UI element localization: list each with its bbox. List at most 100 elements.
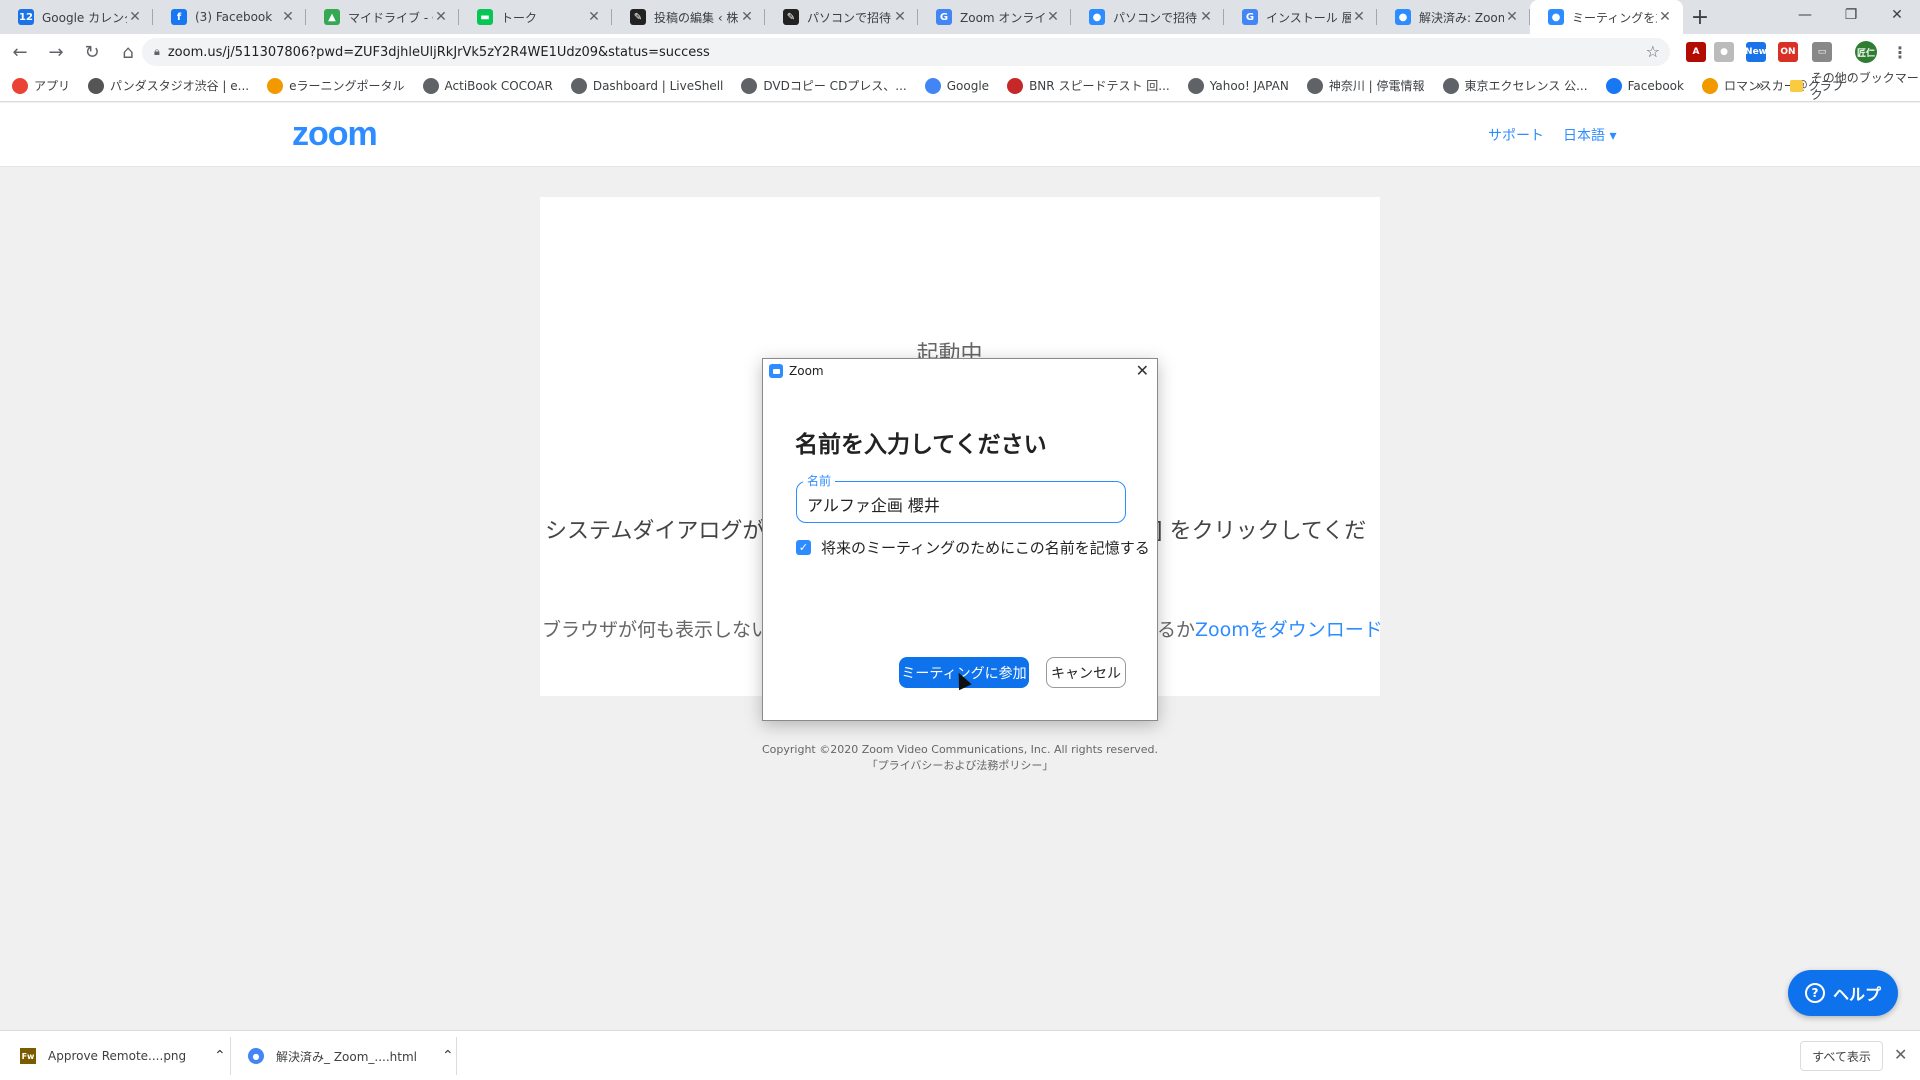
bookmark-star-icon[interactable]: ☆ bbox=[1646, 42, 1660, 61]
bookmarks-more-icon[interactable]: » bbox=[1756, 70, 1765, 102]
cancel-button[interactable]: キャンセル bbox=[1046, 657, 1126, 688]
tab-close-icon[interactable]: ✕ bbox=[280, 9, 296, 25]
bookmark-item[interactable]: eラーニングポータル bbox=[267, 77, 405, 94]
bookmark-favicon-icon bbox=[12, 77, 28, 94]
bookmark-item[interactable]: Yahoo! JAPAN bbox=[1187, 77, 1289, 94]
remember-label: 将来のミーティングのためにこの名前を記憶する bbox=[821, 539, 1150, 557]
language-dropdown[interactable]: 日本語 ▾ bbox=[1563, 125, 1616, 145]
browser-tab[interactable]: ● 解決済み: Zoom ✕ bbox=[1377, 0, 1530, 34]
tab-close-icon[interactable]: ✕ bbox=[1657, 9, 1673, 25]
tab-close-icon[interactable]: ✕ bbox=[892, 9, 908, 25]
bookmark-label: Dashboard | LiveShell bbox=[592, 78, 724, 93]
download-zoom-link[interactable]: Zoomをダウンロードし bbox=[1195, 619, 1380, 641]
bookmark-item[interactable]: アプリ bbox=[12, 77, 70, 94]
file-type-icon: Fw bbox=[20, 1048, 36, 1064]
name-input[interactable]: アルファ企画 櫻井 bbox=[796, 481, 1126, 523]
profile-avatar[interactable]: 匠仁 bbox=[1855, 41, 1877, 63]
bookmark-item[interactable]: パンダスタジオ渋谷 | e... bbox=[88, 77, 249, 94]
close-downloads-icon[interactable]: ✕ bbox=[1894, 1045, 1907, 1064]
tab-title: 解決済み: Zoom bbox=[1419, 10, 1504, 25]
browser-message-end: るかZoomをダウンロードし bbox=[1157, 615, 1380, 642]
browser-tab[interactable]: G Zoom オンライン会✕ bbox=[918, 0, 1071, 34]
back-icon[interactable]: ← bbox=[4, 38, 36, 66]
forward-icon[interactable]: → bbox=[40, 38, 72, 66]
browser-tab[interactable]: ▲ マイドライブ - Goog✕ bbox=[306, 0, 459, 34]
bookmark-favicon-icon bbox=[1306, 77, 1323, 94]
tab-close-icon[interactable]: ✕ bbox=[586, 9, 602, 25]
pdf-extension-icon[interactable]: A bbox=[1686, 42, 1706, 62]
bookmark-favicon-icon bbox=[924, 77, 941, 94]
download-options-chevron-icon[interactable]: ⌃ bbox=[442, 1048, 454, 1064]
dialog-close-icon[interactable]: ✕ bbox=[1136, 361, 1149, 380]
bookmarks-bar: アプリ パンダスタジオ渋谷 | e... eラーニングポータル ActiBook CO… bbox=[0, 70, 1920, 102]
tab-title: パソコンで招待URL bbox=[807, 10, 892, 25]
browser-tab[interactable]: ● パソコンで招待URL✕ bbox=[1071, 0, 1224, 34]
other-bookmarks[interactable]: その他のブックマーク bbox=[1790, 70, 1920, 102]
screen-extension-icon[interactable]: ▭ bbox=[1812, 42, 1832, 62]
tab-close-icon[interactable]: ✕ bbox=[127, 9, 143, 25]
browser-tab[interactable]: f (3) Facebook ✕ bbox=[153, 0, 306, 34]
bookmark-item[interactable]: BNR スピードテスト 回... bbox=[1007, 77, 1170, 94]
bookmark-item[interactable]: DVDコピー CDプレス、... bbox=[741, 77, 907, 94]
help-button[interactable]: ? ヘルプ bbox=[1788, 970, 1898, 1016]
remember-checkbox[interactable]: ✓ bbox=[796, 540, 811, 555]
system-dialog-message: システムダイアログが bbox=[545, 519, 765, 544]
bookmark-item[interactable]: 神奈川 | 停電情報 bbox=[1306, 77, 1425, 94]
question-icon: ? bbox=[1804, 983, 1825, 1003]
folder-icon bbox=[1790, 80, 1803, 92]
browser-tab[interactable]: G インストール 層 マ✕ bbox=[1224, 0, 1377, 34]
browser-toolbar: ← → ↻ ⌂ 🔒︎ zoom.us/j/511307806?pwd=ZUF3d… bbox=[0, 34, 1920, 70]
tab-close-icon[interactable]: ✕ bbox=[1198, 9, 1214, 25]
browser-tab[interactable]: ✎ 投稿の編集 ‹ 株式✕ bbox=[612, 0, 765, 34]
browser-tab[interactable]: ▬ トーク ✕ bbox=[459, 0, 612, 34]
bookmark-label: Google bbox=[946, 78, 990, 93]
bookmark-item[interactable]: Dashboard | LiveShell bbox=[570, 77, 724, 94]
tab-close-icon[interactable]: ✕ bbox=[1351, 9, 1367, 25]
browser-tab[interactable]: ✎ パソコンで招待URL✕ bbox=[765, 0, 918, 34]
bookmark-item[interactable]: Facebook bbox=[1605, 77, 1684, 94]
bookmark-label: 東京エクセレンス 公... bbox=[1464, 79, 1588, 93]
support-link[interactable]: サポート bbox=[1488, 125, 1544, 145]
extension-icon[interactable]: ● bbox=[1714, 42, 1734, 62]
file-type-icon: ● bbox=[248, 1048, 264, 1064]
tab-favicon-icon: ▲ bbox=[324, 9, 340, 25]
tab-title: マイドライブ - Goog bbox=[348, 10, 433, 25]
name-entry-dialog: Zoom ✕ 名前を入力してください アルファ企画 櫻井 名前 ✓ 将来のミーテ… bbox=[762, 358, 1158, 721]
tab-close-icon[interactable]: ✕ bbox=[1504, 9, 1520, 25]
bookmark-item[interactable]: Google bbox=[924, 77, 990, 94]
restore-icon[interactable]: ❐ bbox=[1828, 0, 1874, 30]
new-tab-button[interactable]: + bbox=[1683, 0, 1717, 34]
bookmark-label: 神奈川 | 停電情報 bbox=[1328, 79, 1425, 93]
privacy-link[interactable]: 「プライバシーおよび法務ポリシー」 bbox=[0, 758, 1920, 774]
download-filename: 解決済み_ Zoom_....html bbox=[276, 1049, 418, 1064]
reload-icon[interactable]: ↻ bbox=[76, 38, 108, 66]
new-extension-icon[interactable]: New bbox=[1745, 42, 1767, 62]
tab-favicon-icon: ● bbox=[1548, 9, 1564, 25]
menu-icon[interactable]: ⋮ bbox=[1890, 42, 1910, 62]
bookmark-label: アプリ bbox=[34, 79, 71, 93]
on-extension-icon[interactable]: ON bbox=[1778, 42, 1798, 62]
tab-close-icon[interactable]: ✕ bbox=[433, 9, 449, 25]
zoom-logo[interactable]: zoom bbox=[292, 115, 378, 154]
tab-title: 投稿の編集 ‹ 株式 bbox=[654, 10, 739, 25]
bookmark-item[interactable]: ActiBook COCOAR bbox=[422, 77, 553, 94]
minimize-icon[interactable]: — bbox=[1782, 0, 1828, 30]
download-item[interactable]: ● 解決済み_ Zoom_....html ⌃ bbox=[248, 1031, 454, 1080]
download-item[interactable]: Fw Approve Remote....png ⌃ bbox=[20, 1031, 226, 1080]
bookmark-favicon-icon bbox=[1442, 77, 1459, 94]
show-all-downloads-button[interactable]: すべて表示 bbox=[1800, 1041, 1883, 1071]
browser-tab[interactable]: ● ミーティングを立ち上✕ bbox=[1530, 0, 1683, 34]
tab-close-icon[interactable]: ✕ bbox=[1045, 9, 1061, 25]
tab-favicon-icon: G bbox=[1242, 9, 1258, 25]
browser-tab[interactable]: 12 Google カレンダー✕ bbox=[0, 0, 153, 34]
tab-close-icon[interactable]: ✕ bbox=[739, 9, 755, 25]
address-bar[interactable]: 🔒︎ zoom.us/j/511307806?pwd=ZUF3djhleUljR… bbox=[142, 38, 1670, 66]
tab-title: パソコンで招待URL bbox=[1113, 10, 1198, 25]
bookmark-item[interactable]: 東京エクセレンス 公... bbox=[1442, 77, 1588, 94]
remember-name-option[interactable]: ✓ 将来のミーティングのためにこの名前を記憶する bbox=[796, 537, 1150, 558]
home-icon[interactable]: ⌂ bbox=[112, 38, 144, 66]
tab-favicon-icon: 12 bbox=[18, 9, 34, 25]
close-window-icon[interactable]: ✕ bbox=[1874, 0, 1920, 30]
bookmark-favicon-icon bbox=[1701, 77, 1718, 94]
download-options-chevron-icon[interactable]: ⌃ bbox=[214, 1048, 226, 1064]
